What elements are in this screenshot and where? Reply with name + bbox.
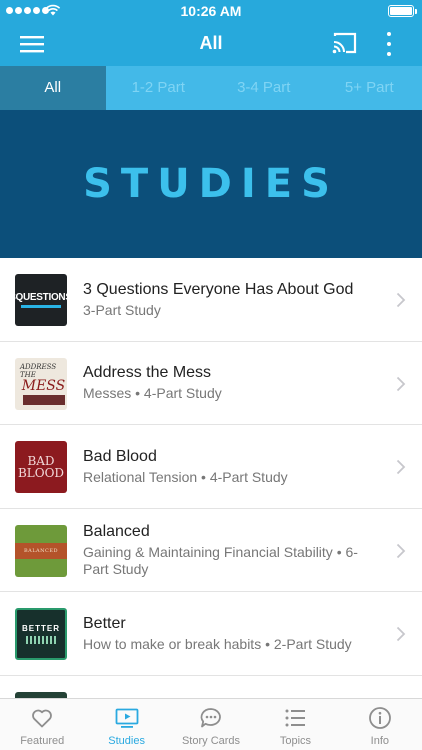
thumbnail-text-main: BLOOD xyxy=(17,466,65,480)
study-subtitle: Gaining & Maintaining Financial Stabilit… xyxy=(83,543,358,577)
battery-icon xyxy=(388,5,417,17)
more-vertical-icon[interactable] xyxy=(380,31,398,57)
study-thumbnail: BAD BLOOD xyxy=(15,441,67,493)
study-title: Address the Mess xyxy=(83,364,212,382)
studies-banner: STUDIES xyxy=(0,110,422,258)
chevron-right-icon xyxy=(396,626,406,642)
study-thumbnail: ADDRESS THE MESS xyxy=(15,357,67,410)
list-item[interactable]: BAD BLOOD Bad Blood Relational Tension •… xyxy=(0,425,422,509)
thumbnail-text: BETTER xyxy=(22,624,60,633)
list-item[interactable] xyxy=(0,676,422,698)
tab-label: Info xyxy=(370,735,389,747)
page-title: All xyxy=(199,33,223,53)
hamburger-menu-icon[interactable] xyxy=(20,33,44,55)
study-list: 3QUESTIONS 3 Questions Everyone Has Abou… xyxy=(0,258,422,698)
banner-title: STUDIES xyxy=(83,161,339,207)
nav-bar: All xyxy=(0,22,422,66)
tab-label: Story Cards xyxy=(181,735,241,747)
study-title: Bad Blood xyxy=(83,447,157,465)
tab-topics[interactable]: Topics xyxy=(253,699,337,750)
list-item[interactable]: BALANCED Balanced Gaining & Maintaining … xyxy=(0,509,422,592)
study-subtitle: Relational Tension • 4-Part Study xyxy=(83,468,288,485)
thumbnail-text: BALANCED xyxy=(15,542,67,559)
tab-1-2-part[interactable]: 1-2 Part xyxy=(106,66,212,110)
filter-tabs: All 1-2 Part 3-4 Part 5+ Part xyxy=(0,66,422,110)
thumbnail-text-top: ADDRESS THE xyxy=(20,362,57,379)
tab-info[interactable]: Info xyxy=(338,699,422,750)
study-subtitle: How to make or break habits • 2-Part Stu… xyxy=(83,635,352,652)
list-item[interactable]: ADDRESS THE MESS Address the Mess Messes… xyxy=(0,342,422,425)
tab-studies[interactable]: Studies xyxy=(84,699,168,750)
study-title: Balanced xyxy=(83,522,150,540)
chevron-right-icon xyxy=(396,292,406,308)
study-thumbnail: BALANCED xyxy=(15,524,67,577)
study-thumbnail: BETTER xyxy=(15,608,67,660)
chevron-right-icon xyxy=(396,543,406,558)
thumbnail-text-main: MESS xyxy=(21,377,66,394)
battery-fill xyxy=(390,7,412,15)
heart-icon xyxy=(32,709,53,728)
tab-featured[interactable]: Featured xyxy=(0,699,84,750)
tab-label: Featured xyxy=(20,735,65,747)
chat-bubble-icon xyxy=(200,708,221,728)
list-item[interactable]: 3QUESTIONS 3 Questions Everyone Has Abou… xyxy=(0,258,422,342)
tab-label: Studies xyxy=(108,735,145,747)
tab-label: Topics xyxy=(279,735,312,747)
list-icon xyxy=(285,709,306,727)
chevron-right-icon xyxy=(396,459,406,475)
study-thumbnail: 3QUESTIONS xyxy=(15,274,67,326)
study-title: 3 Questions Everyone Has About God xyxy=(83,280,354,298)
cast-icon[interactable] xyxy=(332,31,358,55)
thumbnail-text: 3QUESTIONS xyxy=(15,292,67,303)
study-subtitle: 3-Part Study xyxy=(83,301,161,318)
info-icon xyxy=(368,707,391,729)
tab-3-4-part[interactable]: 3-4 Part xyxy=(211,66,317,110)
status-bar: 10:26 AM xyxy=(0,0,422,22)
tab-story-cards[interactable]: Story Cards xyxy=(169,699,253,750)
video-play-icon xyxy=(115,708,139,728)
status-time: 10:26 AM xyxy=(180,3,242,19)
study-title: Better xyxy=(83,614,126,632)
tab-5-plus-part[interactable]: 5+ Part xyxy=(317,66,422,110)
chevron-right-icon xyxy=(396,376,406,391)
bottom-tab-bar: Featured Studies Story Cards Topics Info xyxy=(0,698,422,750)
tab-all[interactable]: All xyxy=(0,66,106,110)
study-subtitle: Messes • 4-Part Study xyxy=(83,385,222,402)
list-item[interactable]: BETTER Better How to make or break habit… xyxy=(0,592,422,676)
